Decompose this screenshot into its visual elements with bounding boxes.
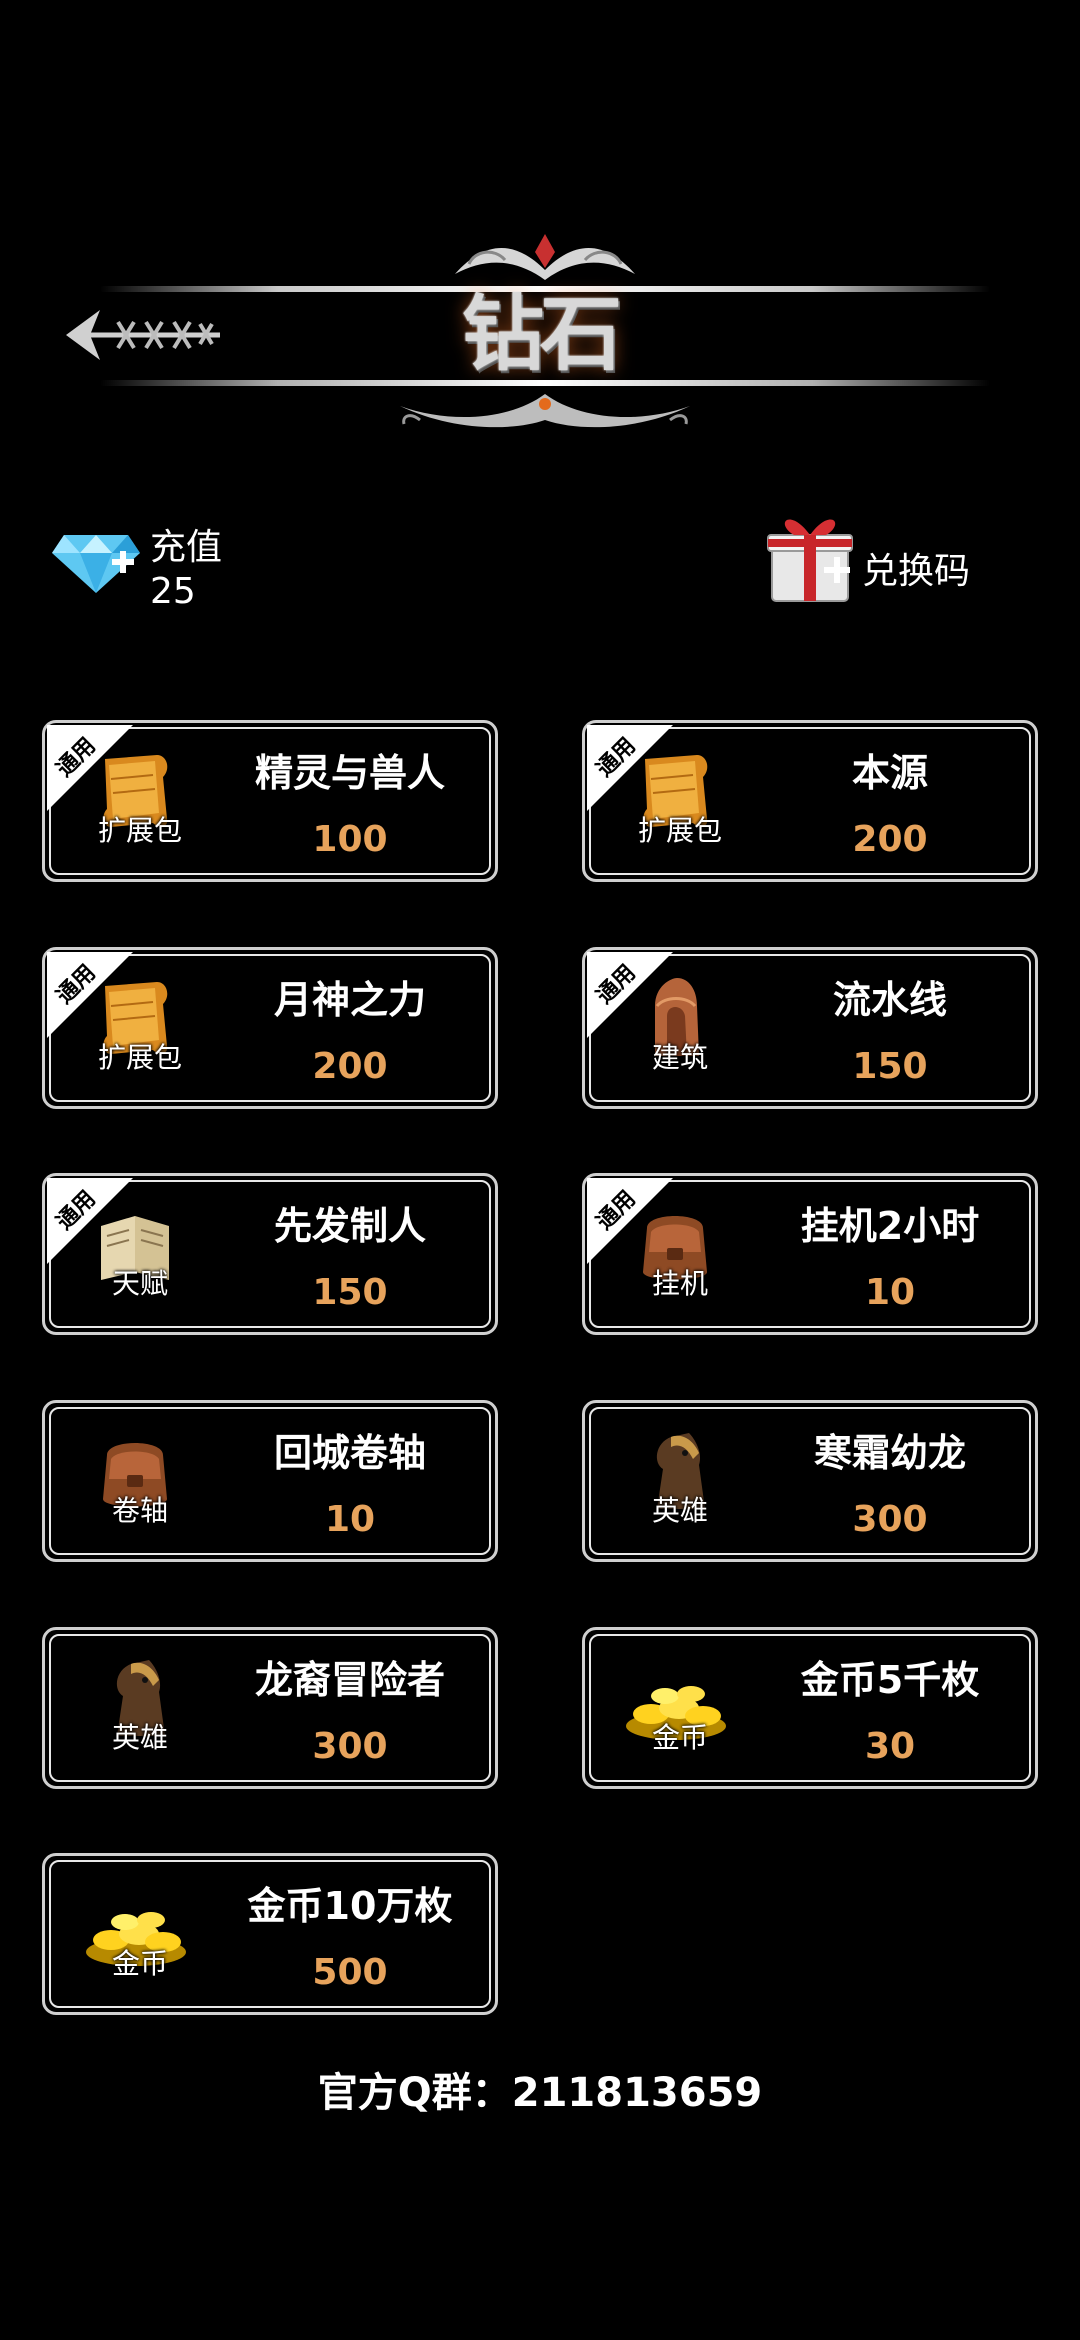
- item-type-label: 挂机: [651, 1267, 708, 1300]
- item-price: 200: [312, 1046, 388, 1087]
- item-type-label: 扩展包: [97, 814, 182, 847]
- shop-item-card[interactable]: 通用 挂机 挂机2小时 10: [582, 1173, 1038, 1335]
- arrow-back-icon[interactable]: [60, 300, 230, 370]
- item-name: 寒霜幼龙: [813, 1431, 966, 1475]
- shop-item-card[interactable]: 通用 天赋 先发制人 150: [42, 1173, 498, 1335]
- shop-item-card[interactable]: 通用 建筑 流水线 150: [582, 947, 1038, 1109]
- universal-badge: 通用: [47, 952, 137, 1042]
- banner-line-bottom: [100, 380, 990, 386]
- item-price: 500: [312, 1952, 388, 1993]
- item-name: 金币10万枚: [247, 1884, 453, 1928]
- universal-badge: 通用: [587, 1178, 677, 1268]
- item-price: 300: [312, 1726, 388, 1767]
- item-price: 10: [864, 1272, 916, 1313]
- item-name: 流水线: [832, 978, 947, 1022]
- item-price: 10: [324, 1499, 376, 1540]
- shop-item-card[interactable]: 英雄 龙裔冒险者 300: [42, 1627, 498, 1789]
- page-title: 钻石: [461, 286, 622, 382]
- shop-item-card[interactable]: 通用 扩展包 本源 200: [582, 720, 1038, 882]
- diamond-count: 25: [150, 571, 196, 612]
- redeem-code-label: 兑换码: [862, 551, 971, 592]
- item-type-label: 扩展包: [97, 1041, 182, 1074]
- gift-box-icon: [767, 519, 853, 602]
- diamond-icon: [52, 535, 140, 593]
- item-price: 300: [852, 1499, 928, 1540]
- item-price: 100: [312, 819, 388, 860]
- universal-badge: 通用: [47, 725, 137, 815]
- item-name: 回城卷轴: [273, 1431, 426, 1475]
- item-type-label: 金币: [651, 1721, 708, 1754]
- item-name: 金币5千枚: [800, 1658, 980, 1702]
- item-type-label: 英雄: [111, 1721, 168, 1754]
- ornament-top-icon: [455, 234, 635, 280]
- item-price: 150: [312, 1272, 388, 1313]
- item-name: 本源: [851, 751, 928, 795]
- recharge-button[interactable]: 充值 25: [50, 525, 250, 615]
- universal-badge: 通用: [587, 952, 677, 1042]
- item-name: 挂机2小时: [800, 1204, 980, 1248]
- universal-badge: 通用: [587, 725, 677, 815]
- header-banner: 钻石: [60, 230, 1000, 440]
- diamond-shop-screen: 钻石 充值 25 兑换码 通用 扩展包 精灵与兽人 100 通用 扩展包 本源 …: [0, 0, 1080, 2340]
- item-name: 精灵与兽人: [254, 751, 445, 795]
- recharge-label: 充值: [150, 527, 223, 568]
- shop-item-card[interactable]: 英雄 寒霜幼龙 300: [582, 1400, 1038, 1562]
- item-name: 龙裔冒险者: [254, 1658, 445, 1702]
- item-type-label: 卷轴: [111, 1494, 168, 1527]
- shop-item-card[interactable]: 卷轴 回城卷轴 10: [42, 1400, 498, 1562]
- item-type-label: 建筑: [651, 1041, 708, 1074]
- ornament-bottom-icon: [400, 394, 690, 428]
- item-type-label: 金币: [111, 1947, 168, 1980]
- item-type-label: 扩展包: [637, 814, 722, 847]
- qq-group-text: 官方Q群：211813659: [317, 2070, 763, 2116]
- item-name: 先发制人: [273, 1204, 426, 1248]
- shop-item-card[interactable]: 通用 扩展包 月神之力 200: [42, 947, 498, 1109]
- item-price: 30: [864, 1726, 916, 1767]
- item-price: 200: [852, 819, 928, 860]
- item-price: 150: [852, 1046, 928, 1087]
- shop-item-card[interactable]: 金币 金币5千枚 30: [582, 1627, 1038, 1789]
- item-type-label: 天赋: [111, 1267, 168, 1300]
- universal-badge: 通用: [47, 1178, 137, 1268]
- item-name: 月神之力: [273, 978, 426, 1022]
- shop-item-card[interactable]: 通用 扩展包 精灵与兽人 100: [42, 720, 498, 882]
- redeem-code-button[interactable]: 兑换码: [760, 505, 1010, 605]
- shop-item-card[interactable]: 金币 金币10万枚 500: [42, 1853, 498, 2015]
- item-type-label: 英雄: [651, 1494, 708, 1527]
